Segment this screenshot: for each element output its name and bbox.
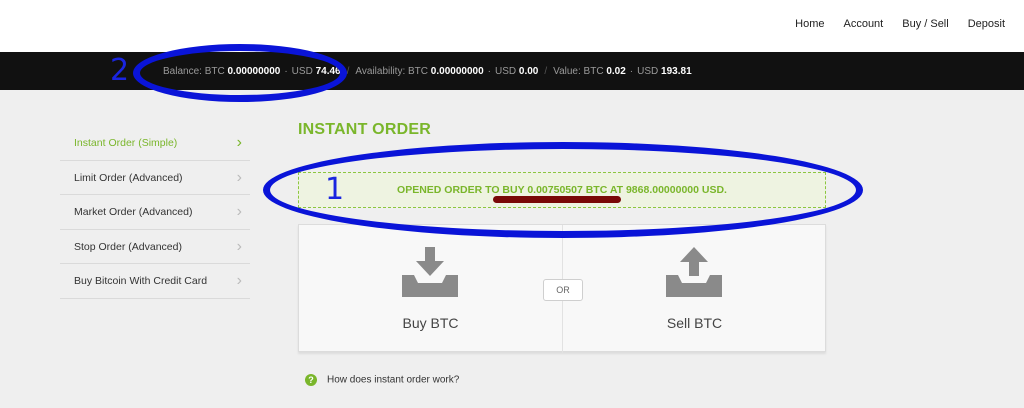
avail-usd-value: 0.00	[518, 66, 539, 77]
avail-btc-value: 0.00000000	[430, 66, 484, 77]
buy-btc-button[interactable]: Buy BTC	[299, 225, 562, 353]
sidebar-item-label: Stop Order (Advanced)	[74, 240, 182, 253]
balance-usd-value: 74.46	[315, 66, 341, 77]
nav-account-link[interactable]: Account	[843, 18, 883, 30]
value-btc-value: 0.02	[606, 66, 626, 77]
balance-bar: Balance: BTC 0.00000000 · USD 74.46/Availa…	[0, 52, 1024, 90]
chevron-right-icon: ›	[236, 168, 242, 186]
dot-separator: ·	[629, 66, 634, 77]
top-navigation: Home Account Buy / Sell Deposit	[0, 0, 1024, 52]
value-usd-label: USD	[637, 66, 659, 77]
avail-btc-label: BTC	[408, 66, 429, 77]
value-label: Value:	[553, 66, 581, 77]
value-btc-label: BTC	[583, 66, 604, 77]
nav-links: Home Account Buy / Sell Deposit	[776, 18, 1005, 30]
help-text: How does instant order work?	[327, 374, 460, 386]
nav-buy-sell-link[interactable]: Buy / Sell	[902, 18, 948, 30]
buy-sell-card: Buy BTC Sell BTC OR	[298, 224, 826, 353]
page-title: INSTANT ORDER	[298, 121, 431, 138]
help-link[interactable]: ? How does instant order work?	[305, 374, 459, 386]
chevron-right-icon: ›	[236, 237, 242, 255]
avail-usd-label: USD	[494, 66, 517, 77]
sidebar-item-label: Buy Bitcoin With Credit Card	[74, 275, 208, 287]
dot-separator: ·	[487, 66, 491, 77]
sidebar-item-market-order[interactable]: Market Order (Advanced) ›	[60, 195, 250, 230]
balance-row: Balance: BTC 0.00000000 · USD 74.46/Availa…	[163, 66, 692, 77]
chevron-right-icon: ›	[236, 272, 242, 289]
sidebar-item-credit-card[interactable]: Buy Bitcoin With Credit Card ›	[60, 264, 250, 299]
or-separator-badge: OR	[543, 279, 583, 301]
download-tray-icon	[402, 247, 458, 297]
sidebar-item-instant-order[interactable]: Instant Order (Simple) ›	[60, 126, 250, 161]
sidebar-item-label: Market Order (Advanced)	[74, 206, 193, 218]
annotation-underline	[493, 196, 621, 203]
order-type-sidebar: Instant Order (Simple) › Limit Order (Ad…	[60, 126, 250, 299]
sidebar-item-limit-order[interactable]: Limit Order (Advanced) ›	[60, 161, 250, 195]
balance-usd-label: USD	[291, 66, 313, 77]
balance-btc-value: 0.00000000	[227, 66, 281, 77]
value-usd-value: 193.81	[661, 66, 692, 77]
sidebar-item-stop-order[interactable]: Stop Order (Advanced) ›	[60, 230, 250, 264]
sidebar-item-label: Limit Order (Advanced)	[74, 171, 183, 184]
dot-separator: ·	[284, 66, 288, 77]
chevron-right-icon: ›	[236, 134, 242, 151]
sidebar-item-label: Instant Order (Simple)	[74, 137, 178, 149]
balance-btc-label: BTC	[204, 66, 225, 77]
slash-separator: /	[346, 66, 350, 77]
chevron-right-icon: ›	[236, 203, 242, 220]
sell-btc-button[interactable]: Sell BTC	[563, 225, 826, 353]
upload-tray-icon	[666, 247, 722, 297]
slash-separator: /	[544, 66, 548, 77]
balance-label: Balance:	[163, 66, 202, 77]
availability-label: Availability:	[355, 66, 406, 77]
question-icon: ?	[305, 374, 317, 386]
nav-home-link[interactable]: Home	[795, 18, 824, 30]
sell-btc-label: Sell BTC	[666, 315, 723, 331]
buy-btc-label: Buy BTC	[402, 315, 459, 331]
nav-deposit-link[interactable]: Deposit	[968, 18, 1005, 30]
